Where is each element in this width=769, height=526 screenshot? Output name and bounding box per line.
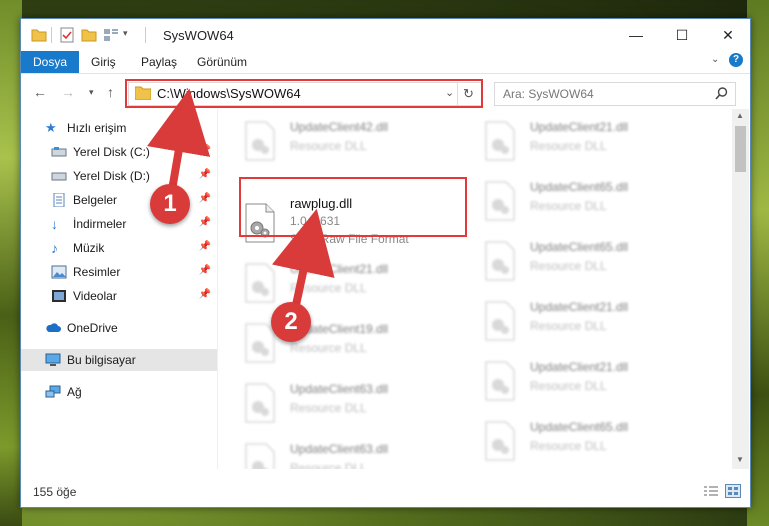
callout-step-2: 2 [271, 302, 311, 342]
annotation-arrows [147, 88, 335, 306]
arrow-to-address-bar [147, 88, 211, 191]
arrow-to-file [271, 208, 335, 306]
callout-step-1: 1 [150, 184, 190, 224]
